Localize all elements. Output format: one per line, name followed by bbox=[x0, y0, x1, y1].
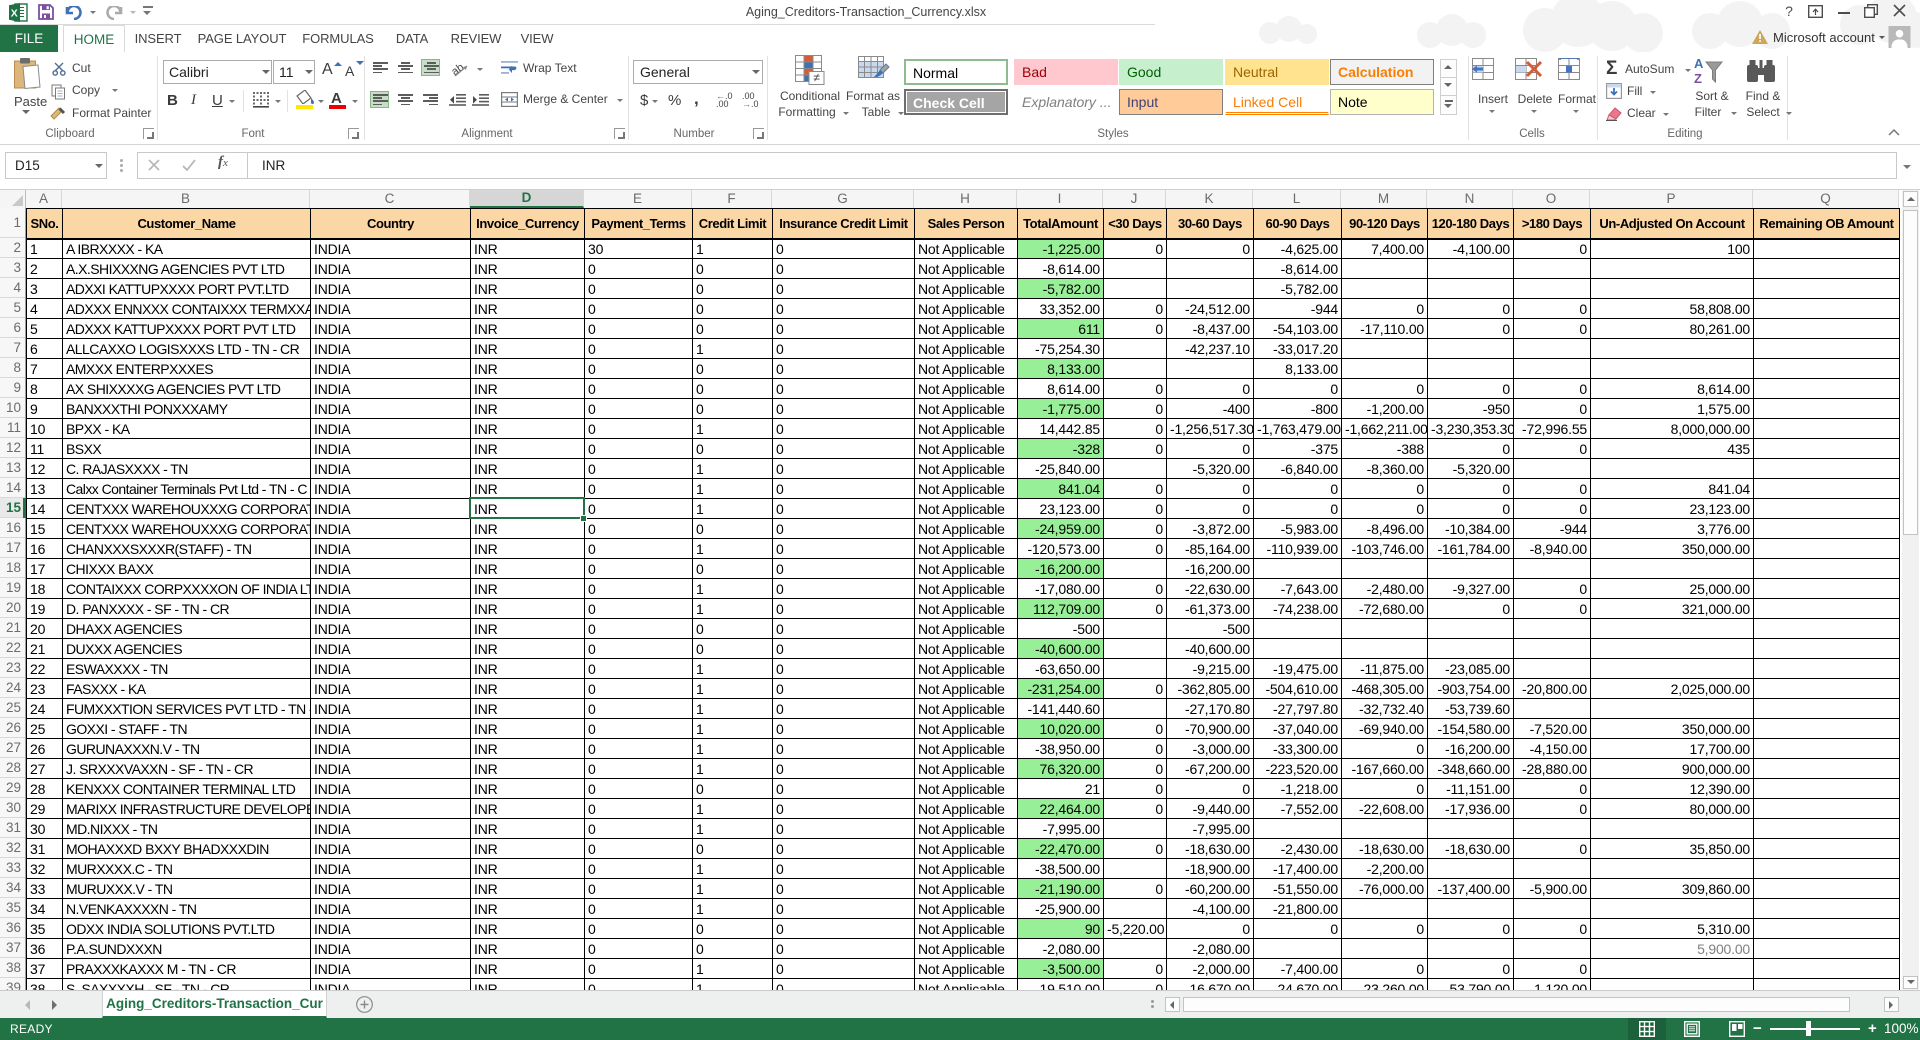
svg-text:X: X bbox=[11, 8, 18, 20]
svg-text:A: A bbox=[1694, 56, 1704, 71]
svg-text:Z: Z bbox=[1694, 71, 1702, 86]
svg-text:ab: ab bbox=[452, 61, 466, 78]
svg-text:≠: ≠ bbox=[813, 71, 820, 85]
